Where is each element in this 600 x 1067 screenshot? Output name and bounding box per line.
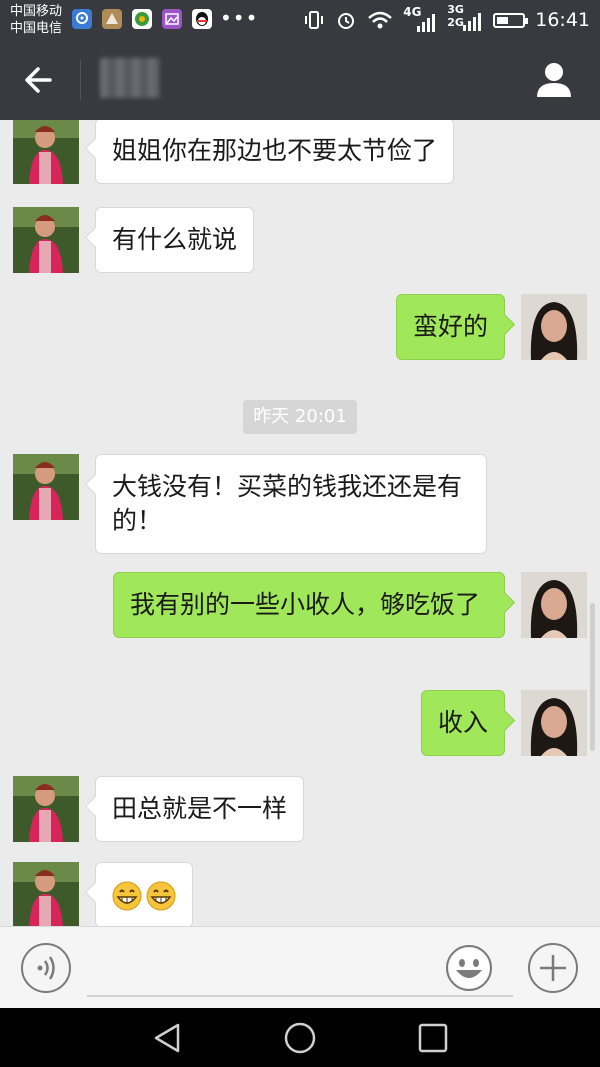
chat-title: ▒▒▒: [100, 58, 160, 98]
network-label-3: 2G: [447, 16, 464, 29]
timestamp: 昨天 20:01: [243, 400, 357, 434]
nav-recents-button[interactable]: [415, 1020, 451, 1056]
carrier-2: 中国电信: [10, 21, 63, 36]
arrow-left-icon: [25, 67, 52, 93]
wifi-icon: [368, 11, 393, 29]
more-actions-button[interactable]: [527, 942, 579, 994]
alarm-icon: [338, 13, 355, 29]
signal-bars-icon: [417, 14, 436, 32]
voice-icon: [21, 943, 71, 993]
message-bubble[interactable]: [95, 862, 193, 926]
chat-scrollbar[interactable]: [590, 603, 595, 751]
nav-home-button[interactable]: [282, 1020, 318, 1056]
signal-bars-icon: [463, 13, 482, 31]
browser-app-icon: [132, 9, 152, 29]
square-recents-icon: [418, 1023, 448, 1053]
message-row: 蛮好的: [0, 294, 600, 362]
message-row: 我有别的一些小收人，够吃饭了: [0, 572, 600, 672]
vibrate-icon: [305, 11, 324, 29]
message-row: [0, 862, 600, 926]
message-row: 有什么就说: [0, 207, 600, 275]
voice-button[interactable]: [20, 942, 72, 994]
contact-avatar[interactable]: [13, 207, 79, 273]
system-nav-bar: [0, 1008, 600, 1067]
message-bubble[interactable]: 收入: [420, 690, 505, 756]
status-indicators: 4G 3G 2G 16:41: [303, 3, 590, 33]
message-bubble[interactable]: 我有别的一些小收人，够吃饭了: [113, 572, 505, 638]
qq-app-icon: [192, 9, 212, 29]
contact-avatar[interactable]: [13, 776, 79, 842]
signal-3g2g: 3G 2G: [447, 3, 483, 33]
grin-emoji-icon: [112, 881, 142, 911]
message-bubble[interactable]: 有什么就说: [95, 207, 255, 273]
location-app-icon: [72, 9, 92, 29]
carrier-info: 中国移动 中国电信: [10, 3, 62, 37]
status-bar: 中国移动 中国电信 ••• 4G 3G 2G 16:41: [0, 0, 600, 40]
user-icon: [537, 63, 571, 97]
notification-icons: [72, 9, 212, 29]
triangle-back-icon: [154, 1023, 180, 1053]
battery-icon: [493, 12, 529, 28]
nav-back-button[interactable]: [150, 1020, 186, 1056]
grin-emoji-icon: [146, 881, 176, 911]
message-row: 收入: [0, 690, 600, 758]
status-time: 16:41: [535, 9, 590, 31]
message-bubble[interactable]: 姐姐你在那边也不要太节俭了: [95, 120, 455, 184]
contact-avatar[interactable]: [13, 862, 79, 926]
chat-info-button[interactable]: [534, 60, 574, 100]
more-notifications-icon: •••: [220, 6, 259, 30]
map-app-icon: [102, 9, 122, 29]
circle-home-icon: [284, 1022, 316, 1054]
message-row: 姐姐你在那边也不要太节俭了: [0, 120, 600, 186]
header-divider: [80, 60, 81, 100]
message-bubble[interactable]: 蛮好的: [395, 294, 505, 360]
my-avatar[interactable]: [521, 572, 587, 638]
smiley-icon: [446, 945, 492, 991]
contact-avatar[interactable]: [13, 454, 79, 520]
network-label-2: 3G: [447, 3, 464, 16]
plus-icon: [528, 943, 578, 993]
carrier-1: 中国移动: [10, 4, 63, 19]
chat-header: ▒▒▒: [0, 40, 600, 120]
message-bubble[interactable]: 田总就是不一样: [95, 776, 305, 842]
message-bubble[interactable]: 大钱没有！买菜的钱我还还是有的！: [95, 454, 487, 554]
message-row: 田总就是不一样: [0, 776, 600, 844]
signal-4g: 4G: [403, 5, 437, 32]
back-button[interactable]: [18, 60, 62, 100]
input-bar: [0, 926, 600, 1008]
message-row: 大钱没有！买菜的钱我还还是有的！: [0, 454, 600, 554]
my-avatar[interactable]: [521, 690, 587, 756]
message-list[interactable]: 姐姐你在那边也不要太节俭了 有什么就说 蛮好的 昨天 20:01 大钱没有！买菜…: [0, 120, 600, 926]
my-avatar[interactable]: [521, 294, 587, 360]
gallery-app-icon: [162, 9, 182, 29]
emoji-button[interactable]: [444, 942, 494, 994]
contact-avatar[interactable]: [13, 120, 79, 184]
